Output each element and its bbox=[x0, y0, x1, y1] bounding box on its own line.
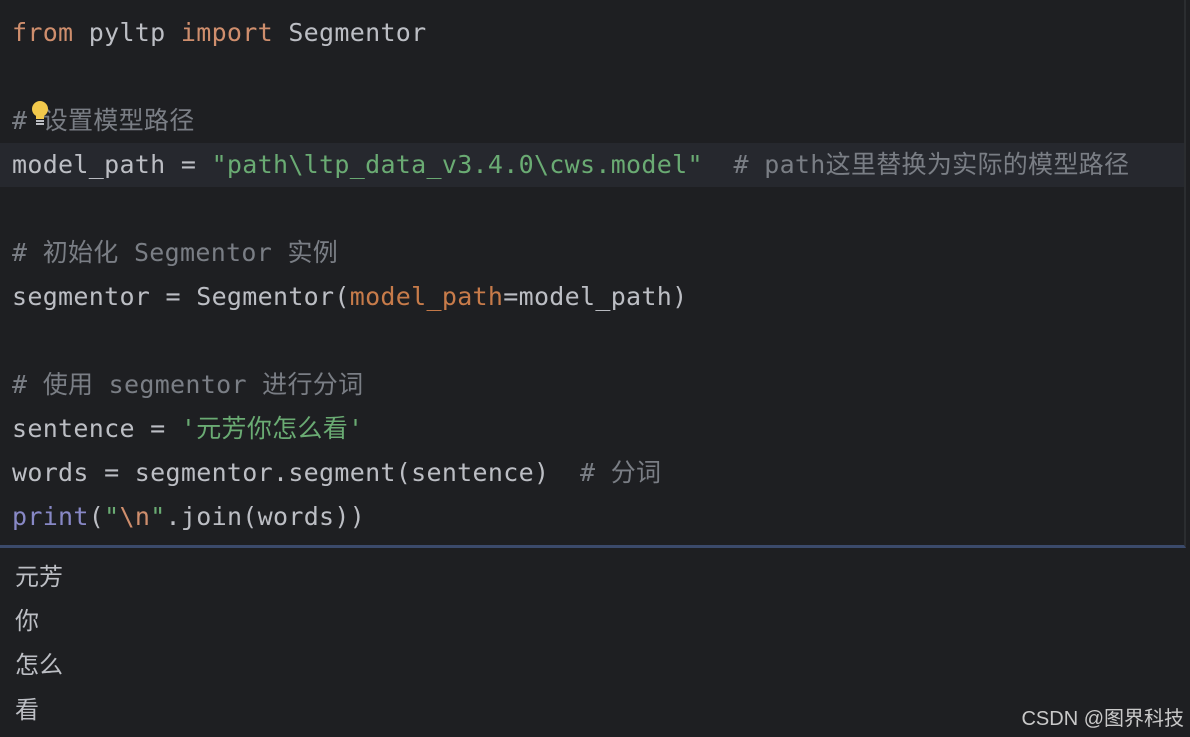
code-token: "path\ltp_data_v3.4.0\cws.model" bbox=[211, 150, 703, 179]
code-token: # 使用 segmentor 进行分词 bbox=[12, 370, 364, 399]
code-line[interactable]: sentence = '元芳你怎么看' bbox=[12, 407, 363, 451]
code-token: segmentor = Segmentor( bbox=[12, 282, 350, 311]
code-token: model_path bbox=[349, 282, 504, 311]
code-line[interactable]: print("\n".join(words)) bbox=[12, 495, 365, 539]
code-line[interactable]: segmentor = Segmentor(model_path=model_p… bbox=[12, 275, 687, 319]
code-editor[interactable]: from pyltp import Segmentor # 设置模型路径 model… bbox=[0, 0, 1186, 548]
code-token: '元芳你怎么看' bbox=[180, 414, 364, 443]
code-token: model_path = bbox=[12, 150, 212, 179]
run-output-console[interactable]: 元芳 你 怎么 看 bbox=[0, 551, 1190, 737]
code-token: sentence = bbox=[12, 414, 181, 443]
code-token: Segmentor bbox=[272, 18, 427, 47]
code-token: import bbox=[180, 18, 273, 47]
code-token: " bbox=[104, 502, 120, 531]
code-token: =model_path) bbox=[503, 282, 688, 311]
code-token: .join(words)) bbox=[165, 502, 366, 531]
code-token: \n bbox=[119, 502, 151, 531]
code-line[interactable]: from pyltp import Segmentor bbox=[12, 11, 427, 55]
code-line[interactable]: model_path = "path\ltp_data_v3.4.0\cws.m… bbox=[12, 143, 1129, 187]
output-line: 元芳 bbox=[15, 563, 63, 591]
code-line[interactable]: words = segmentor.segment(sentence) # 分词 bbox=[12, 451, 661, 495]
code-token: from bbox=[12, 18, 74, 47]
code-token: # 分词 bbox=[580, 458, 662, 487]
code-token: # path这里替换为实际的模型路径 bbox=[702, 150, 1130, 179]
code-token: ( bbox=[88, 502, 105, 531]
output-line: 你 bbox=[15, 607, 39, 635]
watermark: CSDN @图界科技 bbox=[1021, 708, 1184, 730]
code-line[interactable]: # 初始化 Segmentor 实例 bbox=[12, 231, 338, 275]
code-line[interactable]: # 使用 segmentor 进行分词 bbox=[12, 363, 363, 407]
output-line: 看 bbox=[15, 696, 39, 724]
output-line: 怎么 bbox=[15, 651, 63, 679]
code-token: pyltp bbox=[73, 18, 181, 47]
lightbulb-icon[interactable] bbox=[30, 100, 50, 128]
code-token: " bbox=[150, 502, 166, 531]
code-token: print bbox=[12, 502, 89, 531]
code-token: # 初始化 Segmentor 实例 bbox=[12, 238, 339, 267]
code-token: words = segmentor.segment(sentence) bbox=[12, 458, 580, 487]
